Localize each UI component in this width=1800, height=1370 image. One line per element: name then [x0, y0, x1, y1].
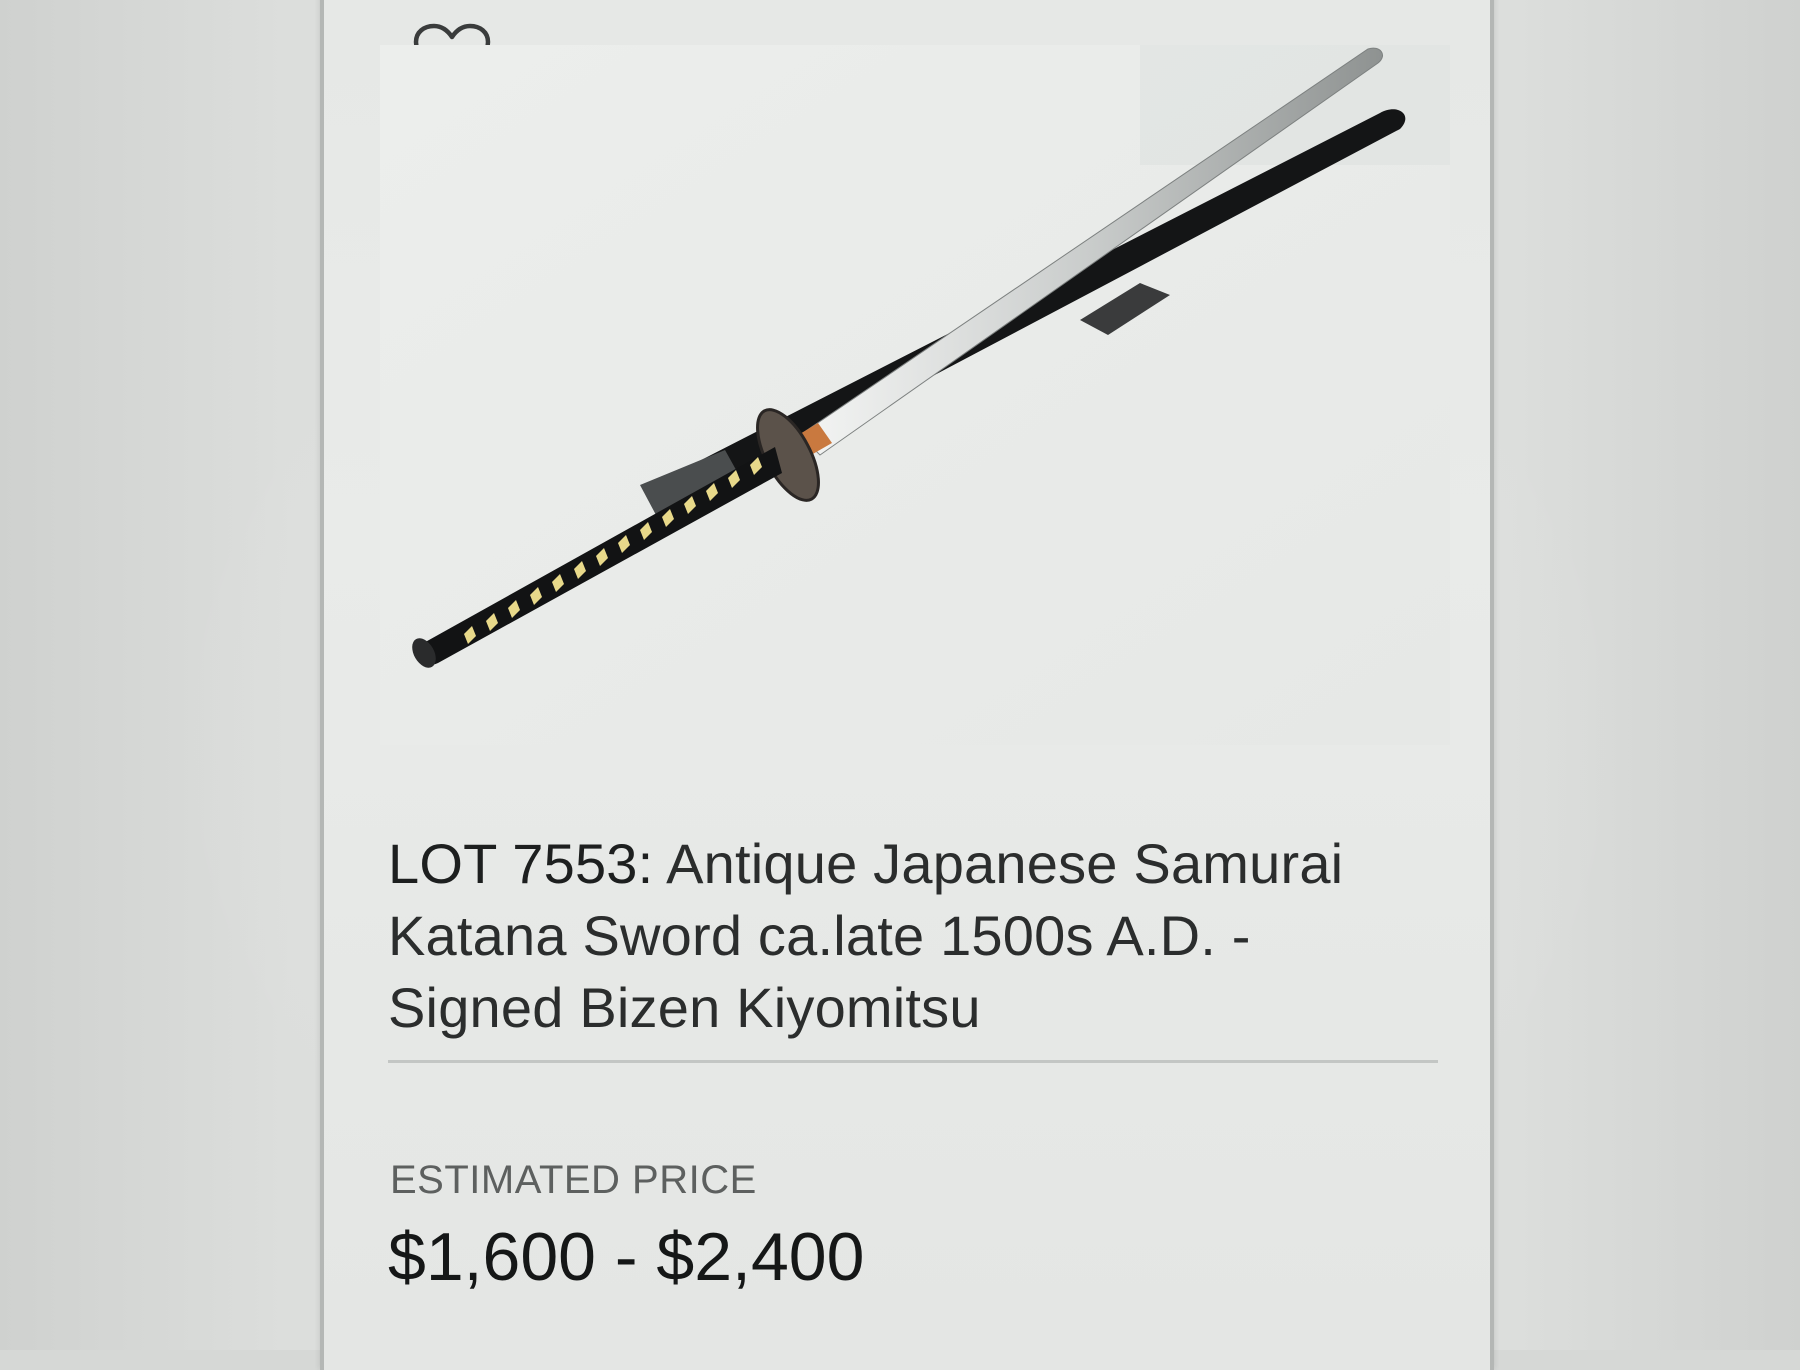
estimated-price-value: $1,600 - $2,400 [388, 1219, 865, 1295]
katana-sword-image [380, 45, 1450, 745]
lot-title[interactable]: LOT 7553: Antique Japanese Samurai Katana… [388, 828, 1408, 1044]
estimated-price-label: ESTIMATED PRICE [390, 1158, 757, 1202]
lot-image[interactable] [380, 45, 1450, 745]
divider [388, 1060, 1438, 1063]
lot-card[interactable]: LOT 7553: Antique Japanese Samurai Katana… [320, 0, 1494, 1370]
lot-title-line-1: Antique Japanese Samurai [666, 832, 1344, 895]
lot-title-line-3: Signed Bizen Kiyomitsu [388, 976, 981, 1039]
lot-title-line-2: Katana Sword ca.late 1500s A.D. - [388, 904, 1251, 967]
lot-number: LOT 7553: [388, 832, 654, 895]
